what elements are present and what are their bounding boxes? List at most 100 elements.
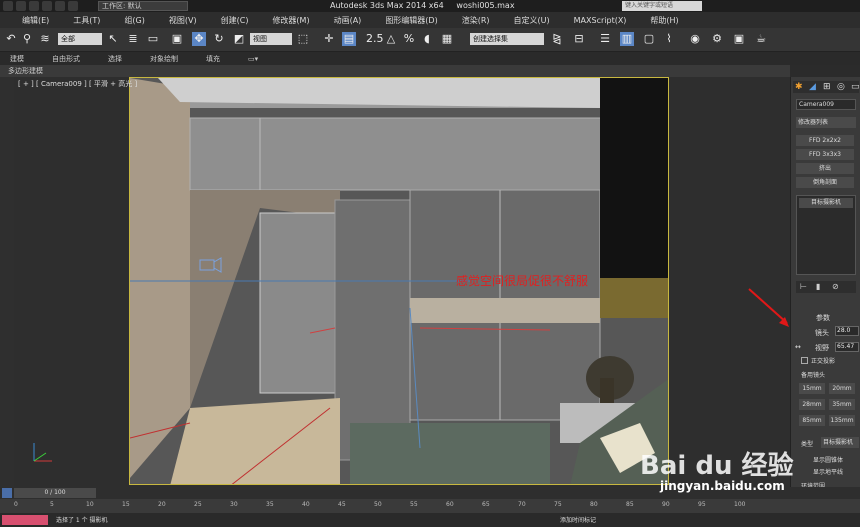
bind-spacewarp-icon[interactable]: ≋ (38, 32, 52, 46)
spinner-snap-icon[interactable]: ◖ (420, 32, 434, 46)
modifier-stack[interactable]: 目标摄影机 (796, 195, 856, 275)
new-file-icon[interactable] (16, 1, 26, 11)
menu-animation[interactable]: 动画(A) (334, 15, 362, 26)
show-horizon-label[interactable]: 显示地平线 (813, 467, 843, 476)
camera-type-dropdown[interactable]: 目标摄影机 (821, 437, 859, 448)
rendered-frame-icon[interactable]: ▣ (732, 32, 746, 46)
menu-rendering[interactable]: 渲染(R) (462, 15, 490, 26)
undo-icon[interactable] (55, 1, 65, 11)
lens-28mm-button[interactable]: 28mm (799, 399, 825, 410)
motion-tab-icon[interactable]: ◎ (837, 82, 845, 92)
layer-manager-icon[interactable]: ▥ (620, 32, 634, 46)
select-scale-icon[interactable]: ◩ (232, 32, 246, 46)
app-logo-icon[interactable] (3, 1, 13, 11)
redo-icon[interactable] (68, 1, 78, 11)
remove-modifier-icon[interactable]: ⊘ (832, 282, 839, 291)
select-move-icon[interactable]: ✥ (192, 32, 206, 46)
track-bar[interactable]: 0 5 10 15 20 25 30 35 40 45 50 55 60 65 … (0, 499, 860, 513)
open-file-icon[interactable] (29, 1, 39, 11)
keyboard-shortcut-icon[interactable]: ▤ (342, 32, 356, 46)
menu-help[interactable]: 帮助(H) (650, 15, 678, 26)
create-tab-icon[interactable]: ✱ (795, 82, 803, 92)
fov-direction-icon[interactable]: ↔ (795, 343, 801, 351)
tab-selection[interactable]: 选择 (108, 54, 122, 64)
curve-editor-icon[interactable]: ⌇ (662, 32, 676, 46)
menu-graph-editors[interactable]: 图形编辑器(D) (385, 15, 437, 26)
render-teapot-icon[interactable]: ☕ (754, 32, 768, 46)
percent-snap-icon[interactable]: % (402, 32, 416, 46)
menu-customize[interactable]: 自定义(U) (514, 15, 550, 26)
tab-object-paint[interactable]: 对象绘制 (150, 54, 178, 64)
pivot-center-icon[interactable]: ⬚ (296, 32, 310, 46)
named-selection-dropdown[interactable]: 创建选择集 (470, 33, 544, 45)
tab-modeling[interactable]: 建模 (10, 54, 24, 64)
tab-freeform[interactable]: 自由形式 (52, 54, 80, 64)
parameters-rollout[interactable]: 参数 (816, 313, 830, 323)
prev-frame-icon[interactable] (2, 488, 12, 498)
red-arrow-icon (748, 288, 789, 327)
pin-stack-icon[interactable]: ⊢ (800, 282, 807, 291)
extrude-button[interactable]: 挤出 (796, 163, 854, 174)
viewport-label[interactable]: [ + ] [ Camera009 ] [ 平滑 + 高光 ] (18, 79, 137, 89)
menu-modifiers[interactable]: 修改器(M) (272, 15, 309, 26)
object-name-field[interactable]: Camera009 (796, 99, 856, 110)
link-icon[interactable]: ⚲ (20, 32, 34, 46)
align-icon[interactable]: ⊟ (572, 32, 586, 46)
lens-value-field[interactable]: 28.0 (835, 326, 859, 336)
lens-15mm-button[interactable]: 15mm (799, 383, 825, 394)
modifier-list-dropdown[interactable]: 修改器列表 (796, 117, 856, 128)
save-file-icon[interactable] (42, 1, 52, 11)
scene-explorer-icon[interactable]: ☰ (598, 32, 612, 46)
render-setup-icon[interactable]: ⚙ (710, 32, 724, 46)
select-object-icon[interactable]: ↖ (106, 32, 120, 46)
ribbon-options-icon[interactable]: ▭▾ (248, 55, 258, 63)
add-time-tag[interactable]: 添加时间标记 (560, 515, 596, 524)
maxscript-listener[interactable] (2, 515, 48, 525)
snaps-toggle-icon[interactable]: 2.5 (366, 32, 384, 46)
angle-snap-icon[interactable]: △ (384, 32, 398, 46)
show-cone-label[interactable]: 显示圆锥体 (813, 455, 843, 464)
camera-viewport[interactable]: [ + ] [ Camera009 ] [ 平滑 + 高光 ] 感觉空间很局促很… (14, 77, 790, 487)
stack-item[interactable]: 目标摄影机 (799, 198, 853, 208)
tab-populate[interactable]: 填充 (206, 54, 220, 64)
select-manipulate-icon[interactable]: ✛ (322, 32, 336, 46)
ffd-2x2x2-button[interactable]: FFD 2x2x2 (796, 135, 854, 146)
ribbon-toggle-icon[interactable]: ▢ (642, 32, 656, 46)
reference-coord-dropdown[interactable]: 视图 (250, 33, 292, 45)
select-rotate-icon[interactable]: ↻ (212, 32, 226, 46)
ffd-3x3x3-button[interactable]: FFD 3x3x3 (796, 149, 854, 160)
modify-tab-icon[interactable]: ◢ (809, 82, 816, 92)
time-slider-thumb[interactable]: 0 / 100 (14, 488, 96, 498)
material-editor-icon[interactable]: ◉ (688, 32, 702, 46)
rect-region-icon[interactable]: ▭ (146, 32, 160, 46)
bevel-profile-button[interactable]: 倒角剖面 (796, 177, 854, 188)
menu-group[interactable]: 组(G) (124, 15, 144, 26)
ribbon-subtab[interactable]: 多边形建模 (0, 65, 790, 77)
show-end-result-icon[interactable]: ▮ (816, 282, 820, 291)
menu-edit[interactable]: 编辑(E) (22, 15, 49, 26)
frame-tick: 100 (734, 501, 746, 508)
search-input[interactable]: 键入关键字或短语 (622, 1, 702, 11)
camera-gizmo-icon[interactable] (194, 252, 222, 280)
menu-maxscript[interactable]: MAXScript(X) (574, 16, 627, 25)
lens-135mm-button[interactable]: 135mm (829, 415, 855, 426)
fov-value-field[interactable]: 65.47 (835, 342, 859, 352)
window-crossing-icon[interactable]: ▣ (170, 32, 184, 46)
mirror-icon[interactable]: ⧎ (550, 32, 564, 46)
lens-35mm-button[interactable]: 35mm (829, 399, 855, 410)
menu-create[interactable]: 创建(C) (221, 15, 249, 26)
undo-icon[interactable]: ↶ (4, 32, 18, 46)
ortho-checkbox[interactable] (801, 357, 808, 364)
edit-named-selection-icon[interactable]: ▦ (440, 32, 454, 46)
select-by-name-icon[interactable]: ≣ (126, 32, 140, 46)
menu-views[interactable]: 视图(V) (169, 15, 197, 26)
hierarchy-tab-icon[interactable]: ⊞ (823, 82, 831, 92)
lens-85mm-button[interactable]: 85mm (799, 415, 825, 426)
frame-tick: 20 (158, 501, 166, 508)
lens-20mm-button[interactable]: 20mm (829, 383, 855, 394)
menu-tools[interactable]: 工具(T) (73, 15, 100, 26)
workspace-dropdown[interactable]: 工作区: 默认 (98, 1, 188, 11)
display-tab-icon[interactable]: ▭ (851, 82, 860, 92)
selection-filter-dropdown[interactable]: 全部 (58, 33, 102, 45)
frame-tick: 70 (518, 501, 526, 508)
